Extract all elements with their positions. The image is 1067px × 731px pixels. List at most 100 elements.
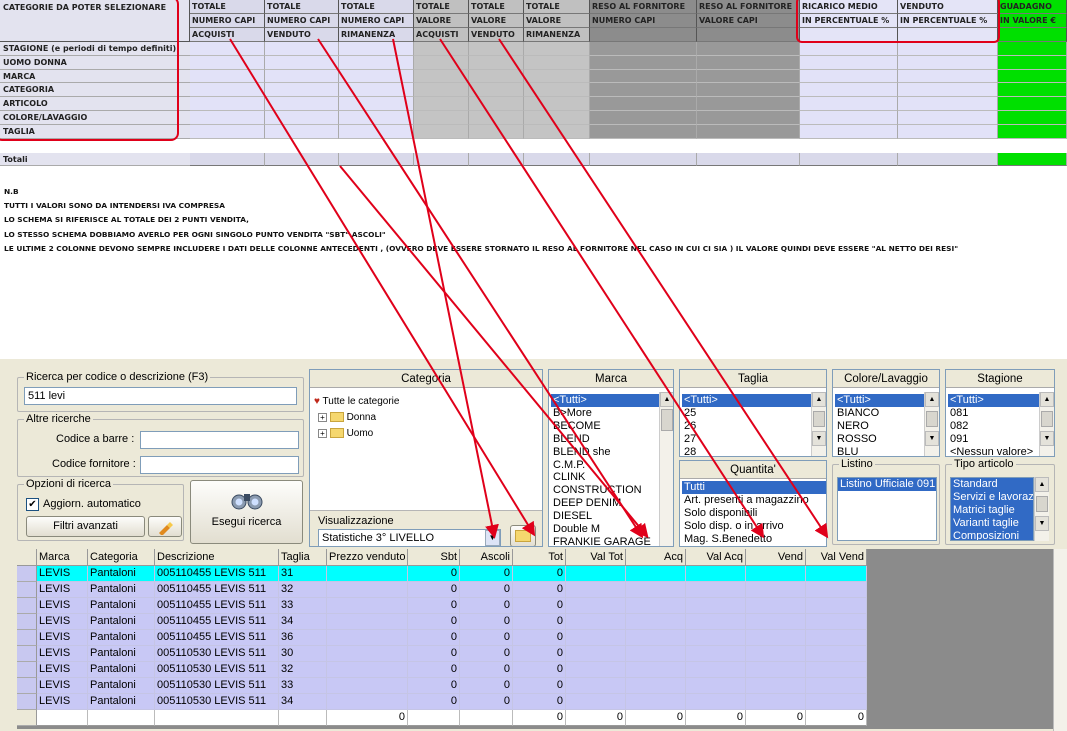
- row-selector[interactable]: [17, 630, 37, 646]
- row-selector[interactable]: [17, 598, 37, 614]
- quantity-list[interactable]: Tutti Art. presenti a magazzino Solo dispo…: [682, 481, 826, 546]
- brand-list[interactable]: <Tutti> B>More BECOME BLEND BLEND she C.M.P. C…: [551, 394, 659, 546]
- grid-cell[interactable]: [746, 614, 806, 630]
- grid-total-row[interactable]: 0000000: [17, 710, 867, 726]
- table-row[interactable]: LEVIS Pantaloni 005110530 LEVIS 511 30 0 0 0: [17, 646, 867, 662]
- grid-cell[interactable]: [327, 646, 408, 662]
- row-selector[interactable]: [17, 662, 37, 678]
- grid-cell[interactable]: [686, 646, 746, 662]
- grid-cell[interactable]: 005110530 LEVIS 511: [155, 646, 279, 662]
- list-item[interactable]: Solo disp. o in arrivo: [682, 520, 826, 533]
- list-item[interactable]: Tutti: [682, 481, 826, 494]
- grid-cell[interactable]: 005110455 LEVIS 511: [155, 630, 279, 646]
- grid-cell[interactable]: Pantaloni: [88, 598, 155, 614]
- table-row[interactable]: LEVIS Pantaloni 005110455 LEVIS 511 32 0 0 0: [17, 582, 867, 598]
- grid-cell[interactable]: 0: [513, 662, 566, 678]
- grid-cell[interactable]: [686, 582, 746, 598]
- grid-cell[interactable]: [566, 694, 626, 710]
- list-item[interactable]: CLINK: [551, 471, 659, 484]
- search-input[interactable]: 511 levi: [24, 387, 297, 405]
- grid-cell[interactable]: 0: [513, 598, 566, 614]
- grid-column-header[interactable]: Vend: [746, 549, 806, 566]
- grid-cell[interactable]: 0: [460, 646, 513, 662]
- grid-cell[interactable]: 0: [686, 710, 746, 726]
- table-row[interactable]: LEVIS Pantaloni 005110455 LEVIS 511 31 0 0 0: [17, 566, 867, 582]
- list-item[interactable]: 082: [948, 420, 1040, 433]
- list-item[interactable]: DEEP DENIM: [551, 497, 659, 510]
- list-item[interactable]: DIESEL: [551, 510, 659, 523]
- chevron-down-icon[interactable]: ▼: [485, 530, 500, 546]
- size-list[interactable]: <Tutti> 25 26 27 28: [682, 394, 812, 456]
- tree-root[interactable]: ♥ Tutte le categorie: [314, 394, 399, 410]
- list-item[interactable]: BECOME: [551, 420, 659, 433]
- grid-cell[interactable]: 0: [408, 614, 460, 630]
- row-selector[interactable]: [17, 710, 37, 726]
- list-item[interactable]: Listino Ufficiale 091: [838, 478, 936, 491]
- grid-cell[interactable]: Pantaloni: [88, 614, 155, 630]
- grid-cell[interactable]: [806, 678, 867, 694]
- grid-column-header[interactable]: Val Tot: [566, 549, 626, 566]
- table-row[interactable]: LEVIS Pantaloni 005110530 LEVIS 511 33 0 0 0: [17, 678, 867, 694]
- grid-cell[interactable]: 0: [408, 598, 460, 614]
- grid-cell[interactable]: LEVIS: [37, 598, 88, 614]
- row-selector[interactable]: [17, 694, 37, 710]
- grid-cell[interactable]: 36: [279, 630, 327, 646]
- table-row[interactable]: LEVIS Pantaloni 005110455 LEVIS 511 36 0 0 0: [17, 630, 867, 646]
- item-type-list[interactable]: StandardServizi e lavorazioniMatrici tag…: [950, 477, 1034, 541]
- grid-cell[interactable]: [686, 678, 746, 694]
- grid-cell[interactable]: [746, 598, 806, 614]
- grid-cell[interactable]: 0: [408, 662, 460, 678]
- grid-cell[interactable]: [566, 566, 626, 582]
- grid-cell[interactable]: 32: [279, 582, 327, 598]
- grid-cell[interactable]: [746, 582, 806, 598]
- row-selector[interactable]: [17, 646, 37, 662]
- grid-cell[interactable]: [327, 582, 408, 598]
- grid-cell[interactable]: [626, 614, 686, 630]
- grid-cell[interactable]: 0: [513, 582, 566, 598]
- list-item[interactable]: Standard: [951, 478, 1033, 491]
- list-item[interactable]: 28: [682, 446, 812, 456]
- grid-cell[interactable]: [806, 694, 867, 710]
- grid-cell[interactable]: 0: [408, 678, 460, 694]
- list-item[interactable]: NERO: [835, 420, 925, 433]
- list-item[interactable]: BIANCO: [835, 407, 925, 420]
- grid-cell[interactable]: 0: [513, 614, 566, 630]
- list-item[interactable]: <Tutti>: [682, 394, 812, 407]
- run-search-button[interactable]: Esegui ricerca: [190, 480, 303, 544]
- list-item[interactable]: Composizioni: [951, 529, 1033, 540]
- grid-cell[interactable]: [686, 566, 746, 582]
- grid-cell[interactable]: [566, 614, 626, 630]
- color-scrollbar[interactable]: ▲ ▼: [924, 392, 939, 456]
- season-scrollbar[interactable]: ▲ ▼: [1039, 392, 1054, 456]
- grid-cell[interactable]: 005110455 LEVIS 511: [155, 614, 279, 630]
- list-item[interactable]: 091: [948, 433, 1040, 446]
- grid-cell[interactable]: 0: [566, 710, 626, 726]
- grid-cell[interactable]: 005110530 LEVIS 511: [155, 662, 279, 678]
- auto-update-checkbox[interactable]: ✔: [26, 498, 39, 511]
- grid-cell[interactable]: [746, 678, 806, 694]
- grid-cell[interactable]: 0: [513, 694, 566, 710]
- grid-cell[interactable]: [806, 630, 867, 646]
- table-row[interactable]: LEVIS Pantaloni 005110530 LEVIS 511 34 0 0 0: [17, 694, 867, 710]
- grid-cell[interactable]: [806, 614, 867, 630]
- grid-column-header[interactable]: Ascoli: [460, 549, 513, 566]
- grid-cell[interactable]: Pantaloni: [88, 694, 155, 710]
- grid-cell[interactable]: 0: [408, 694, 460, 710]
- grid-cell[interactable]: [327, 630, 408, 646]
- grid-cell[interactable]: 34: [279, 694, 327, 710]
- grid-cell[interactable]: [88, 710, 155, 726]
- view-select[interactable]: Statistiche 3° LIVELLO: [318, 529, 501, 546]
- list-item[interactable]: Double M: [551, 523, 659, 536]
- grid-cell[interactable]: [746, 662, 806, 678]
- grid-cell[interactable]: [806, 566, 867, 582]
- brand-scrollbar[interactable]: ▲: [659, 392, 673, 546]
- grid-cell[interactable]: 0: [626, 710, 686, 726]
- grid-cell[interactable]: [686, 598, 746, 614]
- grid-cell[interactable]: [327, 678, 408, 694]
- list-item[interactable]: Solo disponibili: [682, 507, 826, 520]
- grid-cell[interactable]: 005110455 LEVIS 511: [155, 566, 279, 582]
- filter-clear-button[interactable]: [148, 516, 182, 537]
- grid-cell[interactable]: [686, 662, 746, 678]
- grid-cell[interactable]: [566, 598, 626, 614]
- grid-cell[interactable]: [626, 582, 686, 598]
